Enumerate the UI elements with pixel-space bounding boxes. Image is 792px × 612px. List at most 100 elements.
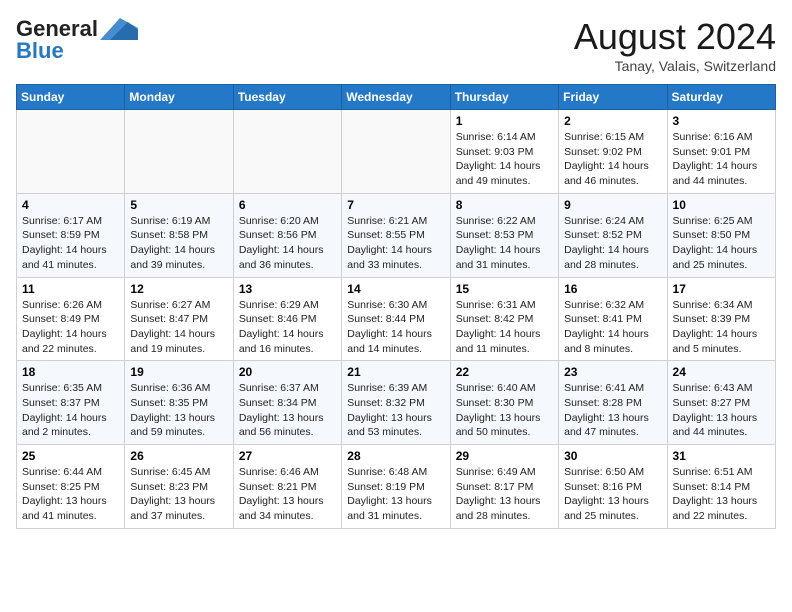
day-number: 29 bbox=[456, 449, 553, 463]
day-info: Sunrise: 6:36 AM Sunset: 8:35 PM Dayligh… bbox=[130, 381, 227, 440]
day-info: Sunrise: 6:44 AM Sunset: 8:25 PM Dayligh… bbox=[22, 465, 119, 524]
day-info: Sunrise: 6:17 AM Sunset: 8:59 PM Dayligh… bbox=[22, 214, 119, 273]
day-info: Sunrise: 6:34 AM Sunset: 8:39 PM Dayligh… bbox=[673, 298, 770, 357]
day-info: Sunrise: 6:45 AM Sunset: 8:23 PM Dayligh… bbox=[130, 465, 227, 524]
logo-icon bbox=[100, 18, 138, 40]
calendar-cell: 25 Sunrise: 6:44 AM Sunset: 8:25 PM Dayli… bbox=[17, 445, 125, 529]
day-number: 28 bbox=[347, 449, 444, 463]
calendar-cell: 21 Sunrise: 6:39 AM Sunset: 8:32 PM Dayli… bbox=[342, 361, 450, 445]
day-number: 9 bbox=[564, 198, 661, 212]
calendar-table: SundayMondayTuesdayWednesdayThursdayFrid… bbox=[16, 84, 776, 529]
calendar-cell: 20 Sunrise: 6:37 AM Sunset: 8:34 PM Dayli… bbox=[233, 361, 341, 445]
day-number: 19 bbox=[130, 365, 227, 379]
day-info: Sunrise: 6:26 AM Sunset: 8:49 PM Dayligh… bbox=[22, 298, 119, 357]
day-info: Sunrise: 6:43 AM Sunset: 8:27 PM Dayligh… bbox=[673, 381, 770, 440]
day-number: 31 bbox=[673, 449, 770, 463]
location: Tanay, Valais, Switzerland bbox=[574, 58, 776, 74]
calendar-week-2: 4 Sunrise: 6:17 AM Sunset: 8:59 PM Daylig… bbox=[17, 193, 776, 277]
day-number: 1 bbox=[456, 114, 553, 128]
calendar-cell: 5Sunrise: 6:19 AM Sunset: 8:58 PM Daylig… bbox=[125, 193, 233, 277]
day-number: 21 bbox=[347, 365, 444, 379]
day-number: 3 bbox=[673, 114, 770, 128]
calendar-cell bbox=[125, 110, 233, 194]
header: General Blue August 2024 Tanay, Valais, … bbox=[16, 16, 776, 74]
weekday-header-monday: Monday bbox=[125, 85, 233, 110]
calendar-cell: 11 Sunrise: 6:26 AM Sunset: 8:49 PM Dayli… bbox=[17, 277, 125, 361]
calendar-cell: 23 Sunrise: 6:41 AM Sunset: 8:28 PM Dayli… bbox=[559, 361, 667, 445]
calendar-cell: 3Sunrise: 6:16 AM Sunset: 9:01 PM Daylig… bbox=[667, 110, 775, 194]
weekday-header-saturday: Saturday bbox=[667, 85, 775, 110]
weekday-header-sunday: Sunday bbox=[17, 85, 125, 110]
day-number: 6 bbox=[239, 198, 336, 212]
day-info: Sunrise: 6:27 AM Sunset: 8:47 PM Dayligh… bbox=[130, 298, 227, 357]
day-info: Sunrise: 6:24 AM Sunset: 8:52 PM Dayligh… bbox=[564, 214, 661, 273]
calendar-cell bbox=[17, 110, 125, 194]
calendar-body: 1 Sunrise: 6:14 AM Sunset: 9:03 PM Daylig… bbox=[17, 110, 776, 529]
calendar-cell: 8Sunrise: 6:22 AM Sunset: 8:53 PM Daylig… bbox=[450, 193, 558, 277]
day-info: Sunrise: 6:29 AM Sunset: 8:46 PM Dayligh… bbox=[239, 298, 336, 357]
calendar-cell: 28Sunrise: 6:48 AM Sunset: 8:19 PM Dayli… bbox=[342, 445, 450, 529]
day-info: Sunrise: 6:21 AM Sunset: 8:55 PM Dayligh… bbox=[347, 214, 444, 273]
day-info: Sunrise: 6:35 AM Sunset: 8:37 PM Dayligh… bbox=[22, 381, 119, 440]
calendar-cell: 17 Sunrise: 6:34 AM Sunset: 8:39 PM Dayli… bbox=[667, 277, 775, 361]
day-number: 13 bbox=[239, 282, 336, 296]
calendar-cell: 9 Sunrise: 6:24 AM Sunset: 8:52 PM Daylig… bbox=[559, 193, 667, 277]
calendar-cell: 6 Sunrise: 6:20 AM Sunset: 8:56 PM Daylig… bbox=[233, 193, 341, 277]
calendar-cell: 4 Sunrise: 6:17 AM Sunset: 8:59 PM Daylig… bbox=[17, 193, 125, 277]
calendar-header: SundayMondayTuesdayWednesdayThursdayFrid… bbox=[17, 85, 776, 110]
calendar-week-4: 18 Sunrise: 6:35 AM Sunset: 8:37 PM Dayli… bbox=[17, 361, 776, 445]
day-number: 2 bbox=[564, 114, 661, 128]
day-number: 14 bbox=[347, 282, 444, 296]
day-number: 10 bbox=[673, 198, 770, 212]
day-number: 20 bbox=[239, 365, 336, 379]
calendar-week-3: 11 Sunrise: 6:26 AM Sunset: 8:49 PM Dayli… bbox=[17, 277, 776, 361]
day-info: Sunrise: 6:19 AM Sunset: 8:58 PM Dayligh… bbox=[130, 214, 227, 273]
day-number: 30 bbox=[564, 449, 661, 463]
day-number: 23 bbox=[564, 365, 661, 379]
day-info: Sunrise: 6:40 AM Sunset: 8:30 PM Dayligh… bbox=[456, 381, 553, 440]
day-number: 4 bbox=[22, 198, 119, 212]
calendar-cell: 24 Sunrise: 6:43 AM Sunset: 8:27 PM Dayli… bbox=[667, 361, 775, 445]
day-number: 17 bbox=[673, 282, 770, 296]
day-info: Sunrise: 6:50 AM Sunset: 8:16 PM Dayligh… bbox=[564, 465, 661, 524]
day-info: Sunrise: 6:39 AM Sunset: 8:32 PM Dayligh… bbox=[347, 381, 444, 440]
day-info: Sunrise: 6:14 AM Sunset: 9:03 PM Dayligh… bbox=[456, 130, 553, 189]
calendar-week-1: 1 Sunrise: 6:14 AM Sunset: 9:03 PM Daylig… bbox=[17, 110, 776, 194]
calendar-cell: 18 Sunrise: 6:35 AM Sunset: 8:37 PM Dayli… bbox=[17, 361, 125, 445]
day-number: 18 bbox=[22, 365, 119, 379]
calendar-cell: 31Sunrise: 6:51 AM Sunset: 8:14 PM Dayli… bbox=[667, 445, 775, 529]
day-info: Sunrise: 6:30 AM Sunset: 8:44 PM Dayligh… bbox=[347, 298, 444, 357]
logo-blue: Blue bbox=[16, 38, 64, 64]
day-number: 24 bbox=[673, 365, 770, 379]
day-number: 27 bbox=[239, 449, 336, 463]
day-number: 8 bbox=[456, 198, 553, 212]
calendar-week-5: 25 Sunrise: 6:44 AM Sunset: 8:25 PM Dayli… bbox=[17, 445, 776, 529]
weekday-header-wednesday: Wednesday bbox=[342, 85, 450, 110]
day-info: Sunrise: 6:15 AM Sunset: 9:02 PM Dayligh… bbox=[564, 130, 661, 189]
calendar-cell: 15Sunrise: 6:31 AM Sunset: 8:42 PM Dayli… bbox=[450, 277, 558, 361]
day-number: 12 bbox=[130, 282, 227, 296]
weekday-header-friday: Friday bbox=[559, 85, 667, 110]
day-info: Sunrise: 6:41 AM Sunset: 8:28 PM Dayligh… bbox=[564, 381, 661, 440]
day-info: Sunrise: 6:20 AM Sunset: 8:56 PM Dayligh… bbox=[239, 214, 336, 273]
month-title: August 2024 bbox=[574, 16, 776, 58]
calendar-cell: 26 Sunrise: 6:45 AM Sunset: 8:23 PM Dayli… bbox=[125, 445, 233, 529]
day-number: 11 bbox=[22, 282, 119, 296]
calendar-cell: 19 Sunrise: 6:36 AM Sunset: 8:35 PM Dayli… bbox=[125, 361, 233, 445]
calendar-cell: 27Sunrise: 6:46 AM Sunset: 8:21 PM Dayli… bbox=[233, 445, 341, 529]
day-info: Sunrise: 6:37 AM Sunset: 8:34 PM Dayligh… bbox=[239, 381, 336, 440]
day-info: Sunrise: 6:31 AM Sunset: 8:42 PM Dayligh… bbox=[456, 298, 553, 357]
day-info: Sunrise: 6:25 AM Sunset: 8:50 PM Dayligh… bbox=[673, 214, 770, 273]
calendar-cell: 16Sunrise: 6:32 AM Sunset: 8:41 PM Dayli… bbox=[559, 277, 667, 361]
calendar-cell: 14 Sunrise: 6:30 AM Sunset: 8:44 PM Dayli… bbox=[342, 277, 450, 361]
weekday-header-tuesday: Tuesday bbox=[233, 85, 341, 110]
day-number: 26 bbox=[130, 449, 227, 463]
calendar-cell: 29Sunrise: 6:49 AM Sunset: 8:17 PM Dayli… bbox=[450, 445, 558, 529]
calendar-cell: 13 Sunrise: 6:29 AM Sunset: 8:46 PM Dayli… bbox=[233, 277, 341, 361]
calendar-cell: 7Sunrise: 6:21 AM Sunset: 8:55 PM Daylig… bbox=[342, 193, 450, 277]
calendar-cell: 22Sunrise: 6:40 AM Sunset: 8:30 PM Dayli… bbox=[450, 361, 558, 445]
day-number: 25 bbox=[22, 449, 119, 463]
calendar-cell: 10 Sunrise: 6:25 AM Sunset: 8:50 PM Dayli… bbox=[667, 193, 775, 277]
calendar-cell: 30 Sunrise: 6:50 AM Sunset: 8:16 PM Dayli… bbox=[559, 445, 667, 529]
calendar-cell: 12 Sunrise: 6:27 AM Sunset: 8:47 PM Dayli… bbox=[125, 277, 233, 361]
